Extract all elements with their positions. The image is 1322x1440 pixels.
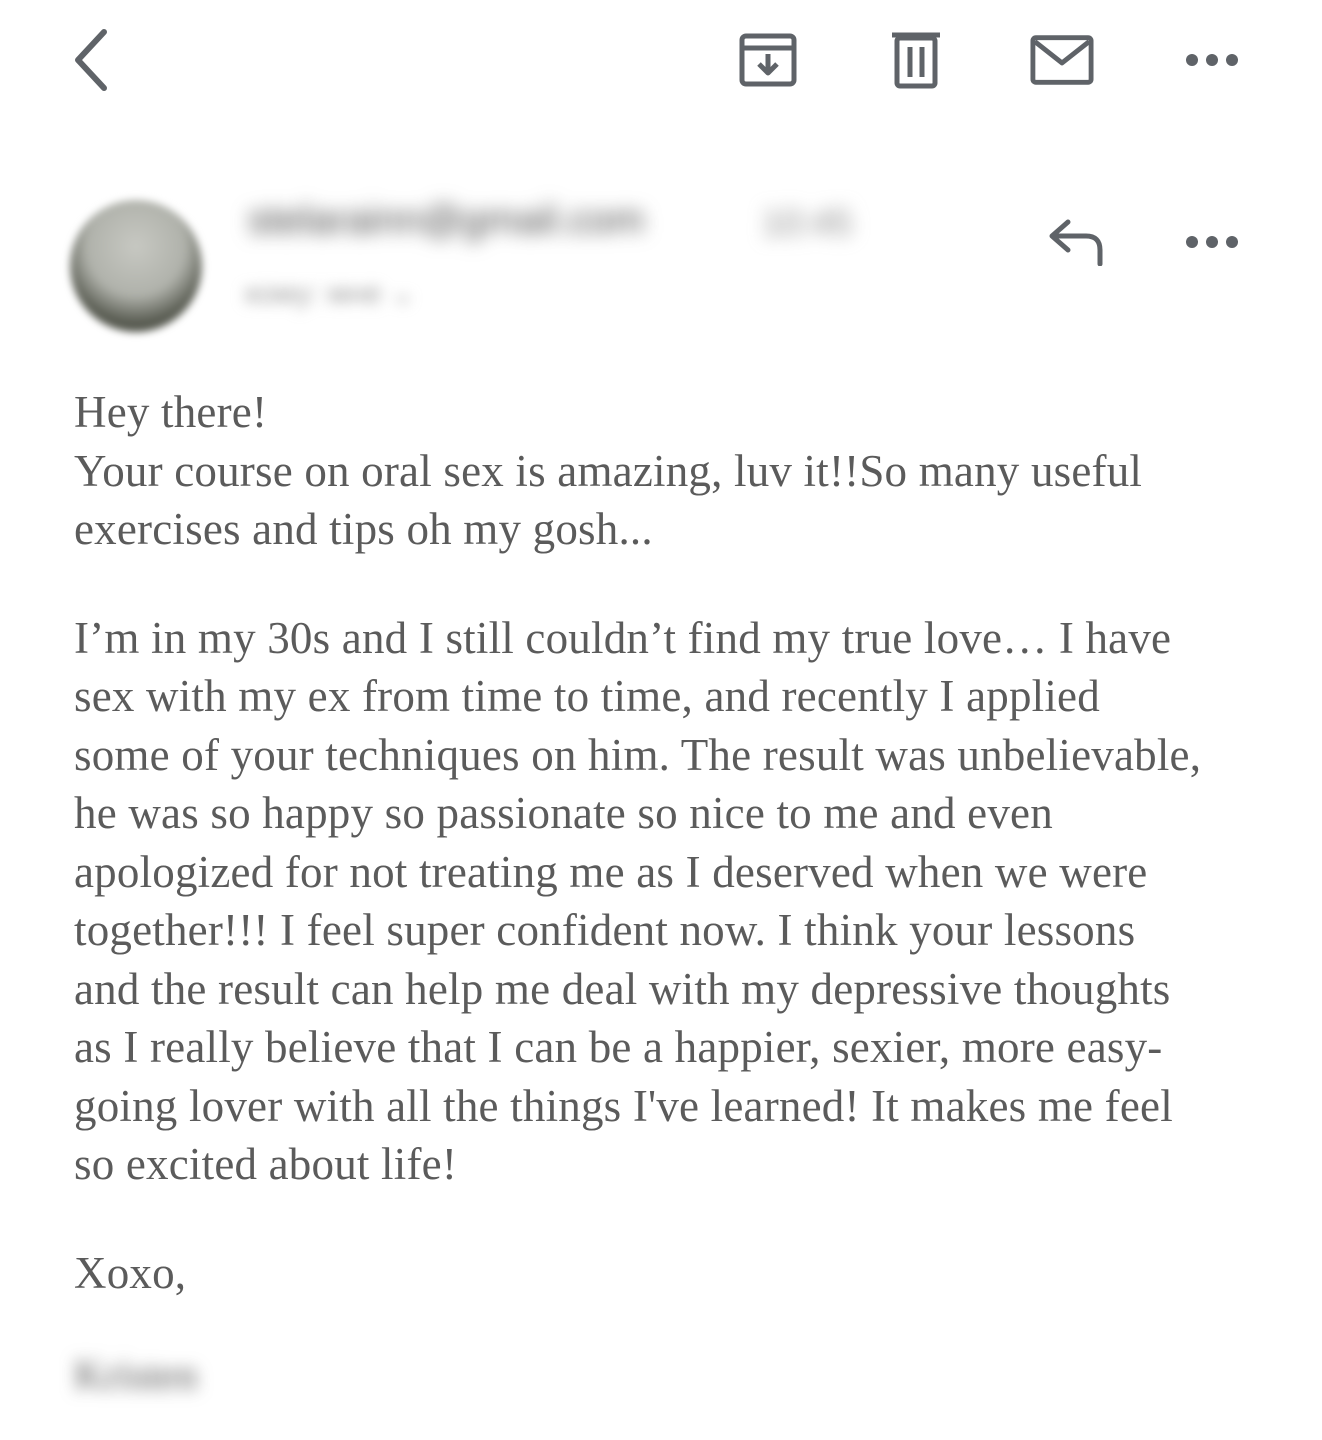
back-icon (75, 29, 107, 91)
message-signature: Kristen (74, 1353, 198, 1399)
reply-icon (1049, 219, 1103, 266)
sender-email[interactable]: stelarainn@gmail.com (248, 198, 644, 243)
message-time: 10:45 (762, 202, 853, 243)
message-paragraph-main: I’m in my 30s and I still couldn’t find … (74, 612, 1202, 1190)
avatar[interactable] (70, 200, 202, 332)
envelope-icon (1030, 35, 1094, 85)
message-body: Hey there! Your course on oral sex is am… (74, 383, 1274, 1302)
message-header: stelarainn@gmail.com 10:45 кому: мне ⌄ (0, 180, 1322, 340)
more-horizontal-icon (1186, 54, 1238, 66)
delete-button[interactable] (884, 28, 948, 92)
back-button[interactable] (60, 28, 124, 92)
top-toolbar (0, 0, 1322, 120)
message-signoff: Xoxo, (74, 1247, 187, 1298)
more-button[interactable] (1180, 28, 1244, 92)
mark-unread-button[interactable] (1030, 28, 1094, 92)
message-paragraph-greeting: Hey there! Your course on oral sex is am… (74, 387, 1143, 554)
trash-icon (892, 32, 940, 89)
message-more-button[interactable] (1180, 210, 1244, 274)
archive-button[interactable] (736, 28, 800, 92)
reply-button[interactable] (1044, 210, 1108, 274)
archive-icon (739, 33, 797, 87)
recipient-line[interactable]: кому: мне ⌄ (245, 276, 415, 311)
more-horizontal-icon (1186, 236, 1238, 248)
